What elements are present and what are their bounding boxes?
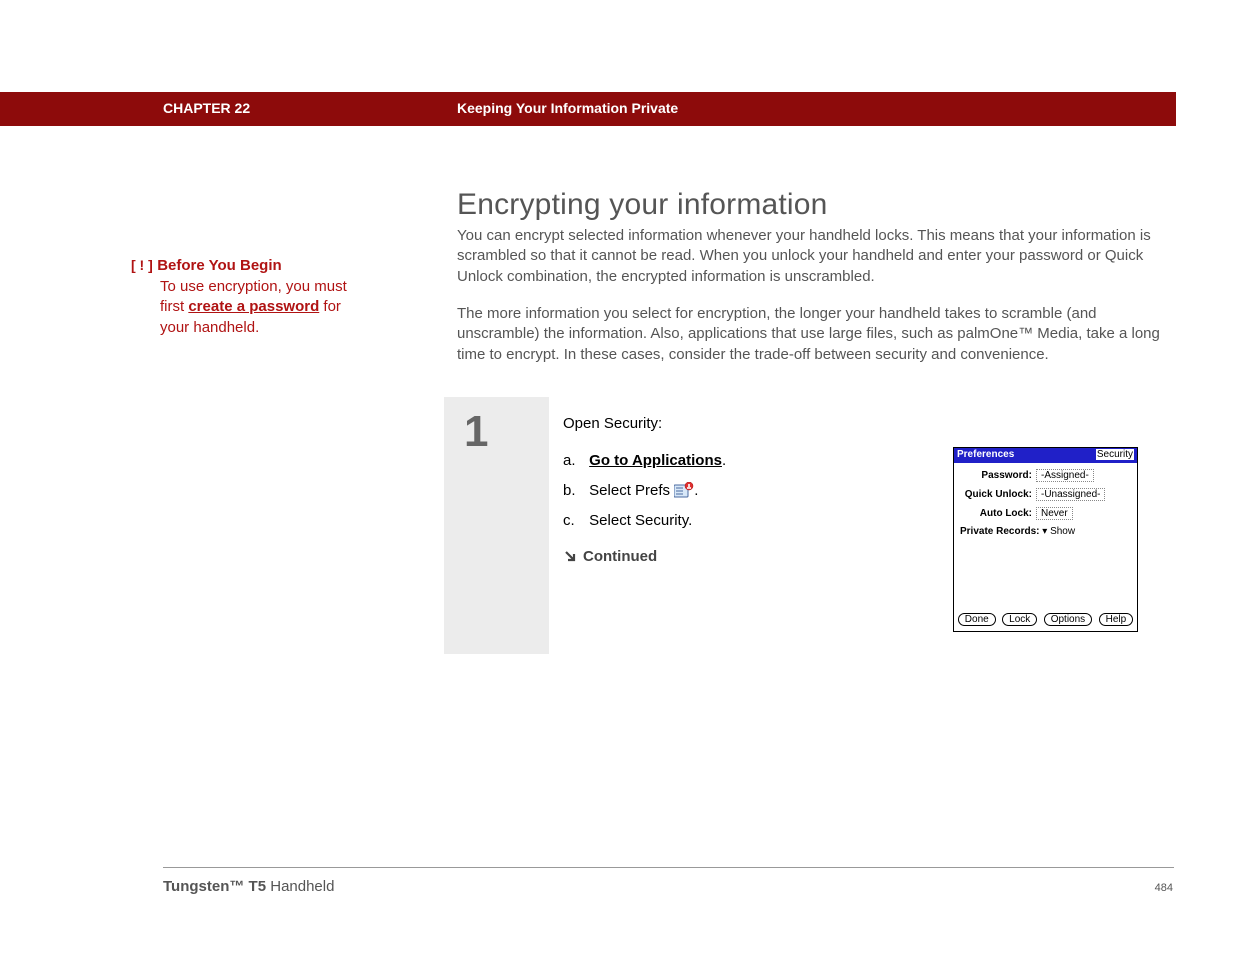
step-b-label: b. [563, 476, 585, 506]
palm-button-bar: Done Lock Options Help [954, 609, 1137, 627]
intro-paragraph-1: You can encrypt selected information whe… [457, 226, 1159, 287]
step-b-text-pre: Select Prefs [589, 482, 674, 499]
palm-private-records: Private Records: ▾ Show [960, 526, 1131, 537]
palm-password-value[interactable]: -Assigned- [1036, 469, 1094, 482]
step-a-suffix: . [722, 452, 726, 469]
palm-autolock-label: Auto Lock: [960, 508, 1036, 519]
step-content: Open Security: a. Go to Applications. b.… [549, 397, 1174, 654]
step-title: Open Security: [563, 415, 1160, 432]
palm-titlebar: Preferences Security [954, 448, 1137, 463]
prefs-icon [674, 479, 694, 495]
palm-done-button[interactable]: Done [958, 613, 996, 626]
palm-password-label: Password: [960, 470, 1036, 481]
footer-product: Tungsten™ T5 Handheld [163, 878, 334, 895]
footer-product-bold: Tungsten™ T5 [163, 878, 266, 895]
palm-private-label: Private Records: [960, 526, 1039, 537]
step-1-container: 1 Open Security: a. Go to Applications. … [444, 397, 1174, 654]
before-you-begin-heading: Before You Begin [157, 257, 281, 274]
create-password-link[interactable]: create a password [188, 298, 319, 315]
header-title: Keeping Your Information Private [457, 100, 678, 116]
palm-security-screenshot: Preferences Security Password: -Assigned… [953, 447, 1138, 632]
palm-options-button[interactable]: Options [1044, 613, 1092, 626]
footer-product-rest: Handheld [266, 878, 334, 895]
palm-title-left: Preferences [957, 449, 1014, 460]
palm-help-button[interactable]: Help [1099, 613, 1134, 626]
step-a-label: a. [563, 446, 585, 476]
palm-private-dropdown[interactable]: ▾ Show [1042, 526, 1075, 537]
intro-paragraph-2: The more information you select for encr… [457, 304, 1173, 365]
palm-password-row: Password: -Assigned- [960, 469, 1131, 482]
palm-quickunlock-value[interactable]: -Unassigned- [1036, 488, 1105, 501]
footer-page-number: 484 [1155, 882, 1173, 894]
go-to-applications-link[interactable]: Go to Applications [589, 452, 722, 469]
chapter-label: CHAPTER 22 [163, 100, 250, 116]
palm-autolock-row: Auto Lock: Never [960, 507, 1131, 520]
step-b-text-post: . [694, 482, 698, 499]
step-number: 1 [464, 407, 488, 457]
palm-quickunlock-row: Quick Unlock: -Unassigned- [960, 488, 1131, 501]
palm-title-right: Security [1096, 449, 1134, 460]
palm-autolock-value[interactable]: Never [1036, 507, 1073, 520]
continued-label: Continued [583, 548, 657, 565]
step-c-label: c. [563, 506, 585, 536]
step-c-text: Select Security. [589, 512, 692, 529]
page-heading: Encrypting your information [457, 188, 828, 222]
footer-rule [163, 867, 1174, 868]
before-you-begin-callout: [ ! ] Before You Begin To use encryption… [131, 257, 351, 338]
palm-quickunlock-label: Quick Unlock: [960, 489, 1036, 500]
continued-arrow-icon [563, 549, 577, 563]
alert-icon: [ ! ] [131, 257, 153, 273]
header-bar: CHAPTER 22 Keeping Your Information Priv… [0, 92, 1176, 126]
palm-lock-button[interactable]: Lock [1002, 613, 1037, 626]
